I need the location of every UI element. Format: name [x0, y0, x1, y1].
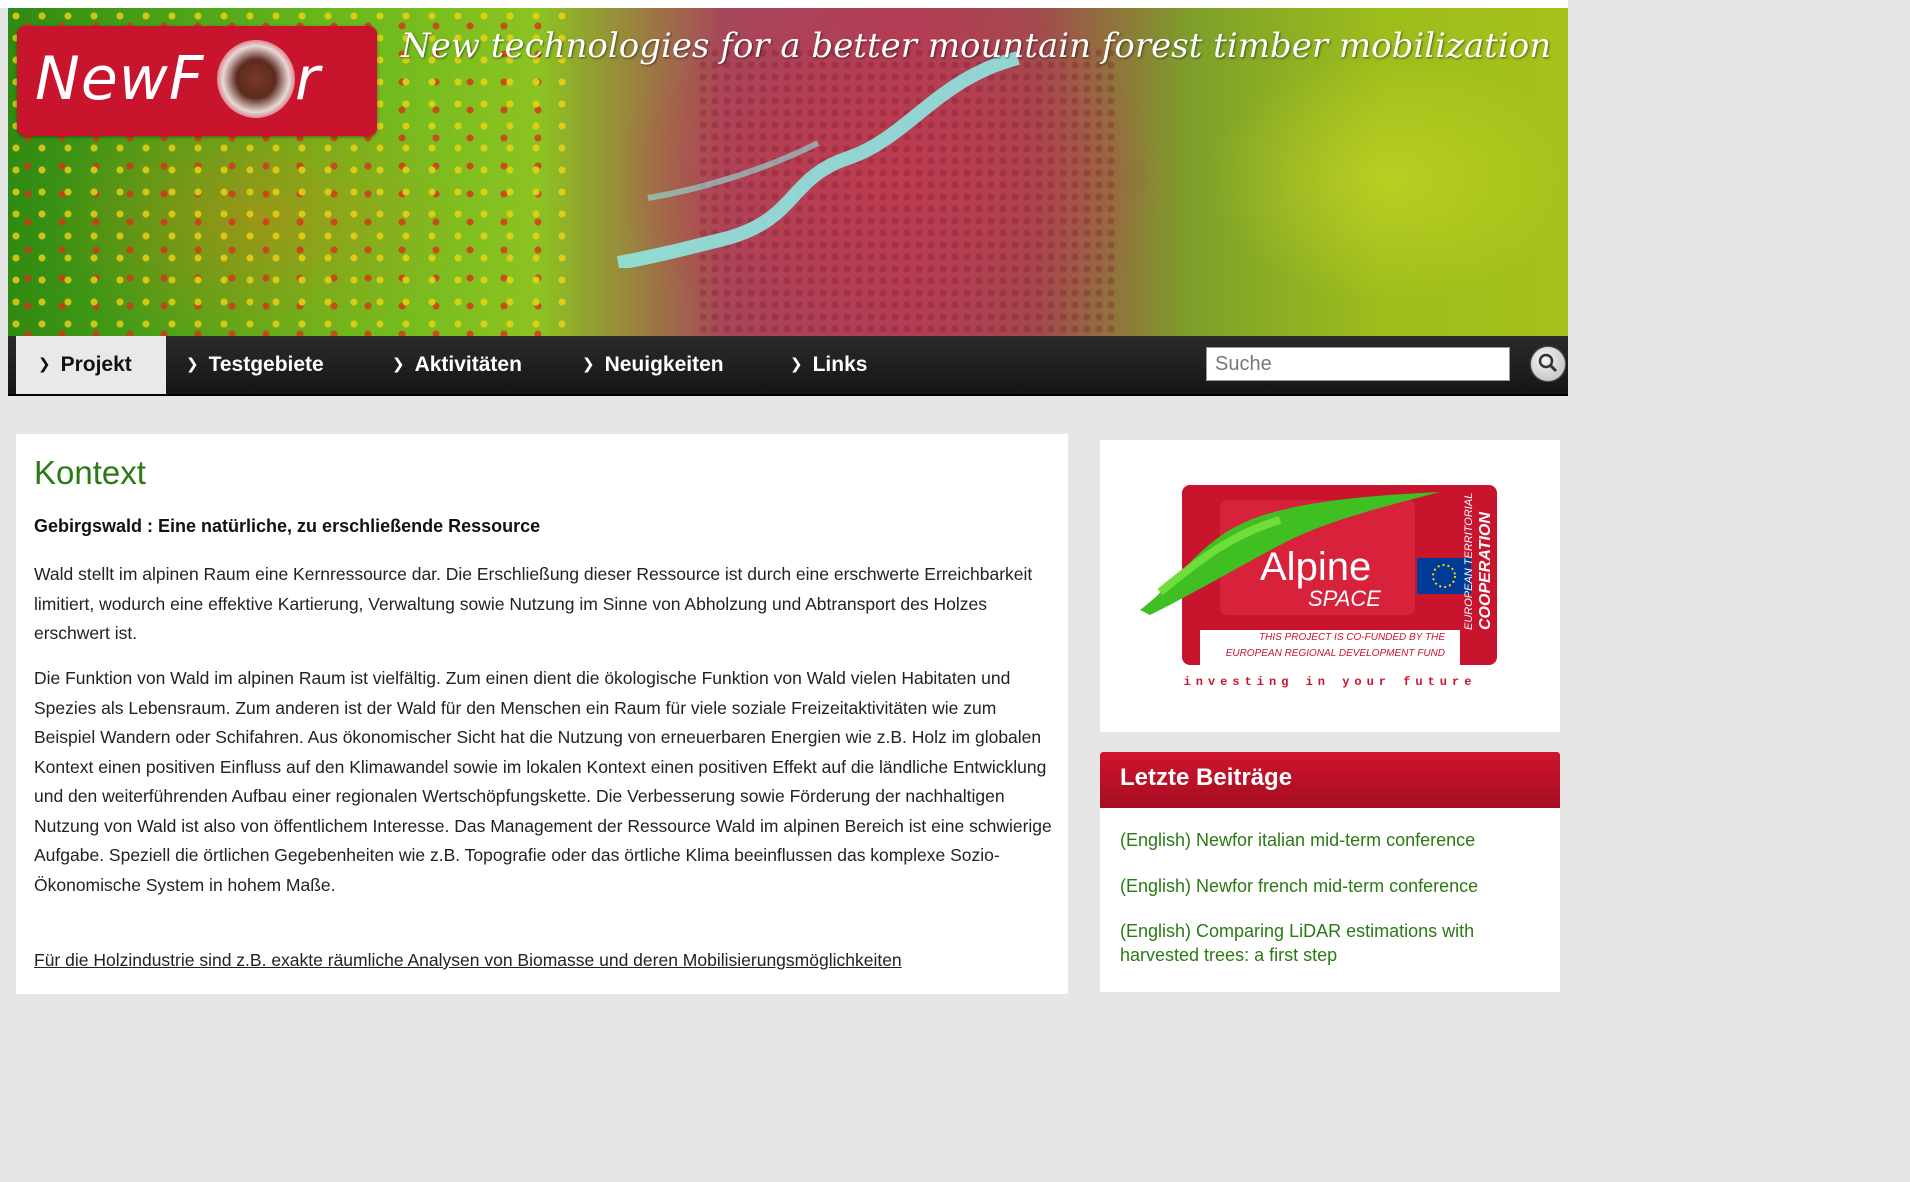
content-paragraph: Für die Holzindustrie sind z.B. exakte r…: [34, 950, 902, 970]
recent-posts-widget: Letzte Beiträge (English) Newfor italian…: [1100, 752, 1560, 992]
search-icon: [1538, 353, 1558, 373]
site-tagline: New technologies for a better mountain f…: [401, 26, 1552, 66]
alpine-funded-line-2: EUROPEAN REGIONAL DEVELOPMENT FUND: [1226, 648, 1445, 659]
alpine-side-text-1: EUROPEAN TERRITORIAL: [1463, 493, 1475, 630]
alpine-space: SPACE: [1308, 586, 1381, 611]
chevron-down-icon: ❯: [186, 356, 199, 373]
nav-item-aktivitaeten[interactable]: ❯ Aktivitäten: [392, 336, 522, 394]
nav-item-label: Projekt: [60, 353, 132, 376]
nav-item-testgebiete[interactable]: ❯ Testgebiete: [186, 336, 324, 394]
search-button[interactable]: [1530, 346, 1566, 382]
top-strip: [0, 0, 1568, 8]
recent-post-link[interactable]: (English) Newfor french mid-term confere…: [1120, 874, 1540, 898]
alpine-slogan: investing in your future: [1184, 675, 1477, 689]
banner-river-graphic: [616, 51, 1020, 268]
chevron-down-icon: ❯: [582, 356, 595, 373]
site-logo[interactable]: NewF r: [17, 26, 377, 136]
recent-post-link[interactable]: (English) Newfor italian mid-term confer…: [1120, 828, 1540, 852]
recent-post-link[interactable]: (English) Comparing LiDAR estimations wi…: [1120, 919, 1540, 967]
header-banner: NewF r New technologies for a better mou…: [8, 8, 1568, 336]
chevron-down-icon: ❯: [392, 356, 405, 373]
main-navigation: ❯ Projekt ❯ Testgebiete ❯ Aktivitäten ❯ Neui…: [8, 336, 1568, 396]
logo-text-end: r: [295, 44, 320, 114]
alpine-name: Alpine: [1260, 545, 1371, 589]
nav-item-label: Aktivitäten: [414, 353, 522, 376]
main-content: Kontext Gebirgswald : Eine natürliche, z…: [16, 434, 1068, 994]
nav-item-projekt[interactable]: ❯ Projekt: [16, 336, 166, 394]
alpine-space-logo[interactable]: Alpine SPACE EUROPEAN TERRITORIAL COOPER…: [1140, 480, 1520, 700]
alpine-funded-line-1: THIS PROJECT IS CO-FUNDED BY THE: [1259, 632, 1445, 643]
logo-tree-emblem-icon: [217, 40, 295, 118]
search-input[interactable]: [1206, 347, 1510, 381]
nav-item-label: Neuigkeiten: [604, 353, 724, 376]
chevron-down-icon: ❯: [38, 356, 51, 373]
nav-item-links[interactable]: ❯ Links: [790, 336, 867, 394]
content-paragraph: Wald stellt im alpinen Raum eine Kernres…: [34, 564, 1033, 643]
page-title: Kontext: [34, 454, 146, 491]
page-subtitle: Gebirgswald : Eine natürliche, zu erschl…: [34, 516, 541, 536]
recent-posts-header: Letzte Beiträge: [1100, 752, 1560, 808]
nav-item-label: Testgebiete: [208, 353, 324, 376]
nav-item-neuigkeiten[interactable]: ❯ Neuigkeiten: [582, 336, 724, 394]
alpine-side-text-2: COOPERATION: [1477, 512, 1494, 630]
content-paragraph: Die Funktion von Wald im alpinen Raum is…: [34, 668, 1052, 895]
recent-posts-title: Letzte Beiträge: [1120, 764, 1293, 791]
alpine-space-logo-card: Alpine SPACE EUROPEAN TERRITORIAL COOPER…: [1100, 440, 1560, 732]
nav-item-label: Links: [812, 353, 868, 376]
chevron-down-icon: ❯: [790, 356, 803, 373]
logo-text: NewF: [35, 44, 205, 114]
